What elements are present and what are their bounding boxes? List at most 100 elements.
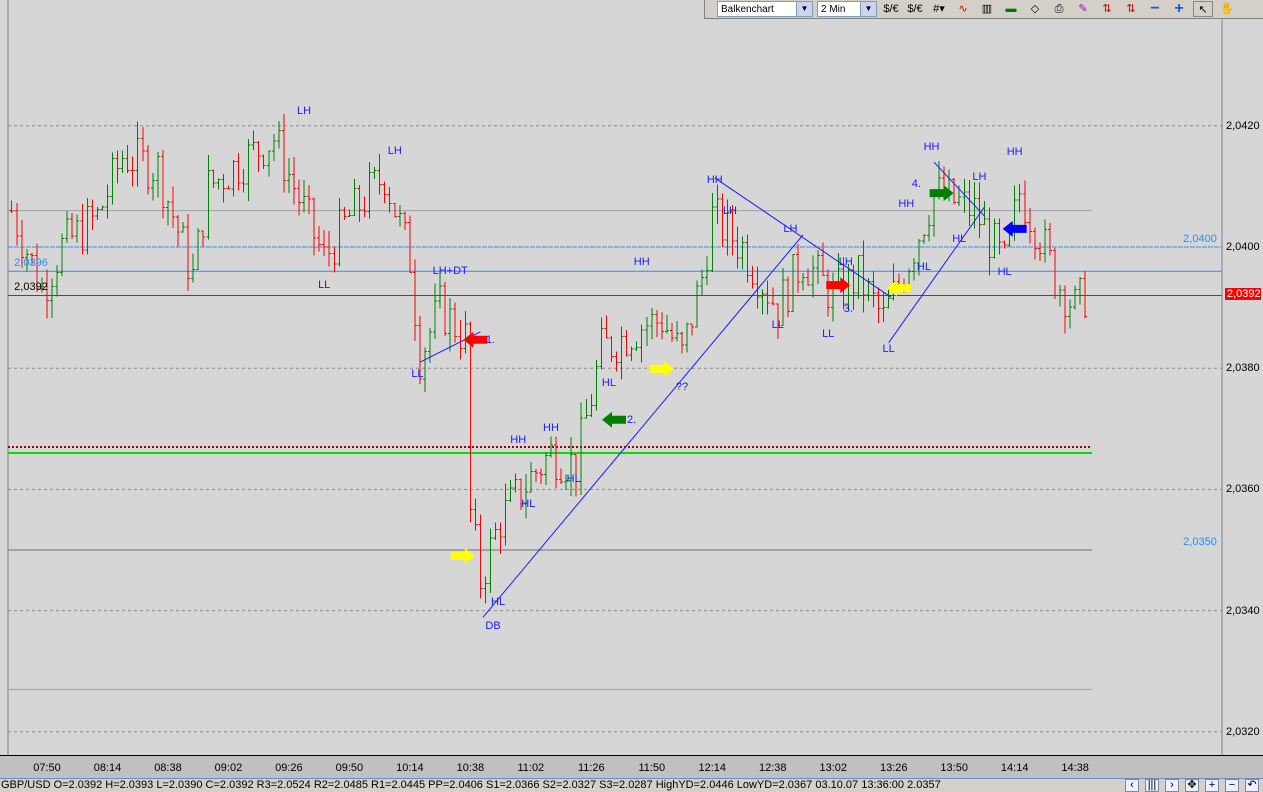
price-bar: [473, 498, 478, 531]
arrow-right-icon: [929, 185, 954, 202]
arrows-updown-2-icon[interactable]: ⇅: [1121, 1, 1141, 17]
zoom-in-button[interactable]: +: [1205, 778, 1219, 792]
pointer-icon[interactable]: ↖: [1193, 1, 1213, 17]
price-bar: [95, 206, 100, 221]
reset-button[interactable]: ↶: [1245, 778, 1259, 792]
price-bar: [649, 307, 654, 340]
print-icon[interactable]: ⎙: [1049, 1, 1069, 17]
eraser-icon[interactable]: ◇: [1025, 1, 1045, 17]
price-bar: [145, 145, 150, 195]
price-bar: [387, 187, 392, 213]
price-bar: [690, 323, 695, 336]
price-bar: [881, 292, 886, 322]
move-button[interactable]: ✥: [1185, 778, 1199, 792]
time-tick-label: 11:50: [638, 762, 666, 774]
price-bar: [322, 230, 327, 257]
price-bar: [1042, 219, 1047, 263]
price-bar: [448, 298, 453, 352]
chevron-down-icon[interactable]: ▼: [860, 2, 876, 16]
price-bar: [362, 196, 367, 218]
price-tick-label: 2,0420: [1226, 119, 1260, 132]
price-bar: [861, 240, 866, 313]
price-bar: [992, 218, 997, 259]
scroll-right-button[interactable]: ›: [1165, 778, 1179, 792]
price-bar: [266, 150, 271, 177]
currency-dollar-euro-2-icon[interactable]: $/€: [905, 1, 925, 17]
chevron-down-icon[interactable]: ▼: [796, 2, 812, 16]
level-label: 2,0396: [14, 257, 48, 270]
price-bar: [367, 161, 372, 219]
swing-label: LL: [882, 342, 895, 355]
price-bar: [997, 218, 1002, 255]
chart-bars-icon[interactable]: ▬: [1001, 1, 1021, 17]
zoom-out-icon[interactable]: −: [1145, 1, 1165, 17]
price-bar: [1078, 277, 1083, 305]
price-bar: [342, 206, 347, 221]
price-bar: [286, 157, 291, 193]
time-tick-label: 13:26: [879, 762, 908, 774]
price-bar: [231, 160, 236, 197]
price-bar: [115, 150, 120, 184]
paint-icon[interactable]: ✎: [1073, 1, 1093, 17]
swing-label: HL: [566, 473, 581, 486]
price-bar: [150, 173, 155, 201]
price-bar: [821, 242, 826, 276]
zoom-in-icon[interactable]: +: [1169, 1, 1189, 17]
scroll-left-button[interactable]: ‹: [1125, 778, 1139, 792]
swing-label: HL: [491, 596, 506, 609]
price-bar: [256, 140, 261, 172]
swing-label: HL: [601, 376, 616, 389]
level-label: 2,0400: [1183, 233, 1217, 245]
price-bar: [130, 156, 135, 187]
price-bar: [65, 211, 70, 243]
price-bar: [685, 322, 690, 353]
price-bar: [921, 234, 926, 245]
indicator-icon[interactable]: ∿: [953, 1, 973, 17]
price-bar: [55, 265, 60, 297]
price-tick-label: 2,0380: [1226, 362, 1260, 375]
price-bar: [397, 205, 402, 227]
currency-dollar-euro-icon[interactable]: $/€: [881, 1, 901, 17]
color-palette-icon[interactable]: ▥: [977, 1, 997, 17]
price-bar: [554, 436, 559, 489]
swing-label: LL: [822, 328, 835, 341]
price-bar: [407, 215, 412, 274]
zoom-out-button[interactable]: −: [1225, 778, 1239, 792]
price-bar: [503, 483, 508, 546]
price-bar: [181, 222, 186, 233]
price-bar: [50, 278, 55, 319]
chart-type-select[interactable]: Balkenchart ▼: [717, 1, 813, 17]
price-bar: [664, 314, 669, 334]
swing-label: HH: [633, 256, 650, 269]
price-bar: [140, 126, 145, 162]
swing-label: HH: [543, 422, 559, 435]
price-bar: [967, 180, 972, 226]
scrollbar-thumb[interactable]: |||: [1145, 778, 1159, 792]
time-tick-label: 09:02: [214, 762, 243, 774]
price-bar: [171, 186, 175, 228]
price-bar: [483, 576, 488, 604]
level-label: 2,0392: [14, 281, 48, 294]
arrows-updown-icon[interactable]: ⇅: [1097, 1, 1117, 17]
price-bar: [327, 230, 332, 267]
price-tick-label: 2,0360: [1226, 483, 1260, 496]
swing-label: LH+DT: [432, 265, 468, 278]
price-bar: [790, 253, 795, 313]
price-bar: [770, 287, 775, 306]
price-bar: [377, 154, 382, 195]
price-bar: [911, 258, 916, 281]
interval-select[interactable]: 2 Min ▼: [817, 1, 877, 17]
price-bar: [745, 234, 750, 283]
price-bar: [659, 311, 664, 340]
price-chart[interactable]: 2,0420 2,0400 2,0380 2,0360 2,0340 2,0320 2,04…: [0, 0, 1263, 755]
price-bar: [765, 280, 770, 315]
hand-icon[interactable]: ✋: [1217, 1, 1237, 17]
price-bar: [468, 321, 473, 523]
price-bar: [423, 347, 427, 393]
swing-label: HH: [923, 141, 940, 153]
grid-icon[interactable]: #▾: [929, 1, 949, 17]
price-bar: [680, 331, 685, 354]
price-bar: [226, 185, 231, 190]
price-bar: [644, 316, 649, 347]
chart-canvas[interactable]: [0, 0, 1263, 755]
